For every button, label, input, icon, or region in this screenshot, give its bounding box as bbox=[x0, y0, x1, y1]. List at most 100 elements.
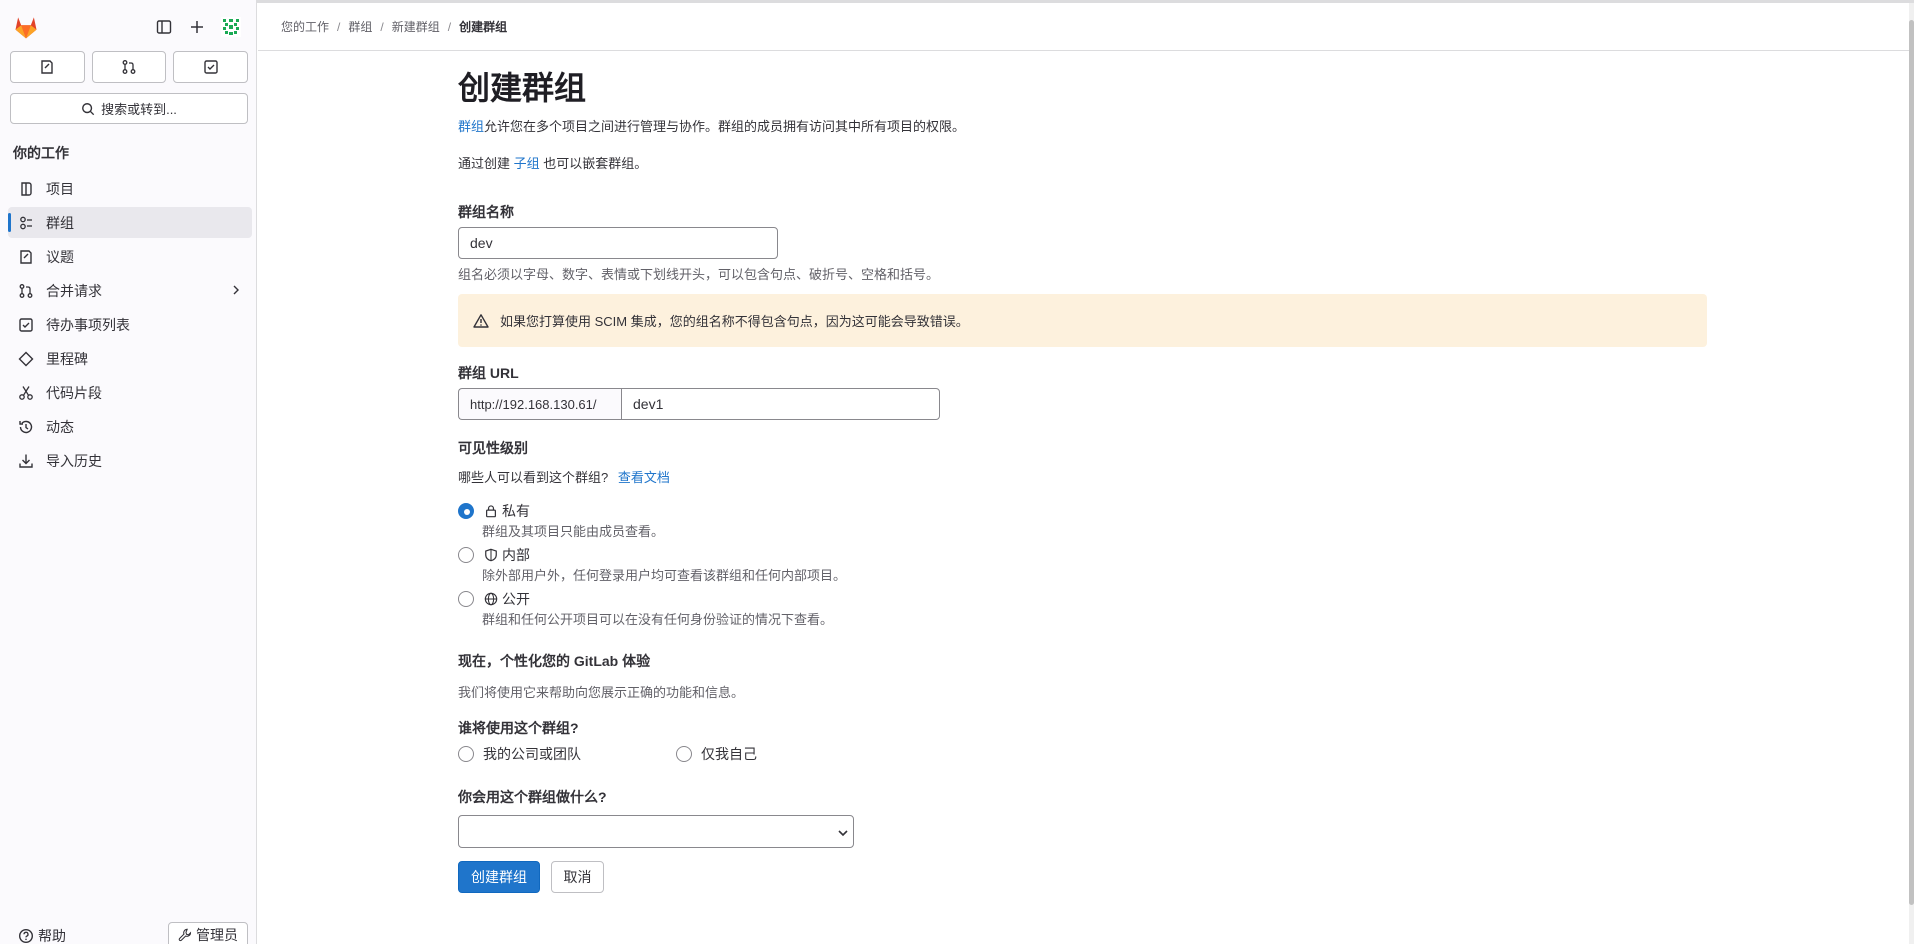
groups-docs-link[interactable]: 群组 bbox=[458, 119, 484, 134]
purpose-select[interactable] bbox=[458, 815, 854, 848]
group-url-field: http://192.168.130.61/ dev1 bbox=[458, 388, 940, 420]
todo-icon bbox=[203, 60, 218, 74]
who-radio-just-me[interactable] bbox=[676, 746, 692, 762]
visibility-question-text: 哪些人可以看到这个群组? bbox=[458, 470, 609, 485]
personalize-title: 现在，个性化您的 GitLab 体验 bbox=[458, 653, 651, 669]
create-group-button[interactable]: 创建群组 bbox=[458, 861, 540, 893]
sidebar-item-todos[interactable]: 待办事项列表 bbox=[8, 309, 252, 340]
sidebar-item-import-history[interactable]: 导入历史 bbox=[8, 445, 252, 476]
help-label: 帮助 bbox=[38, 928, 66, 944]
sidebar-item-issues[interactable]: 议题 bbox=[8, 241, 252, 272]
scissors-icon bbox=[18, 385, 34, 401]
merge-request-icon bbox=[122, 60, 136, 74]
visibility-option-public[interactable]: 公开 bbox=[458, 589, 530, 609]
personalize-help: 我们将使用它来帮助向您展示正确的功能和信息。 bbox=[458, 685, 745, 700]
help-button[interactable]: 帮助 bbox=[18, 926, 66, 944]
who-will-use-label: 谁将使用这个群组? bbox=[458, 720, 579, 736]
sidebar-item-label: 代码片段 bbox=[46, 384, 102, 401]
sidebar-toggle-icon[interactable] bbox=[150, 13, 178, 41]
sidebar-counters bbox=[10, 51, 249, 83]
who-radio-company[interactable] bbox=[458, 746, 474, 762]
breadcrumb-your-work[interactable]: 您的工作 bbox=[281, 18, 329, 35]
purpose-label: 你会用这个群组做什么? bbox=[458, 789, 607, 805]
gitlab-logo-icon[interactable] bbox=[12, 13, 40, 41]
breadcrumb-separator: / bbox=[337, 19, 341, 34]
sidebar-footer: 帮助 管理员 bbox=[0, 922, 257, 944]
search-button[interactable]: 搜索或转到... bbox=[10, 93, 248, 124]
breadcrumb-bar: 您的工作 / 群组 / 新建群组 / 创建群组 bbox=[258, 3, 1914, 51]
admin-label: 管理员 bbox=[196, 927, 238, 943]
group-url-input[interactable]: dev1 bbox=[621, 388, 940, 420]
sidebar-item-label: 里程碑 bbox=[46, 350, 88, 367]
visibility-label: 可见性级别 bbox=[458, 440, 528, 456]
sidebar-item-label: 待办事项列表 bbox=[46, 316, 130, 333]
sidebar-item-projects[interactable]: 项目 bbox=[8, 173, 252, 204]
subgroup-note: 通过创建 子组 也可以嵌套群组。 bbox=[458, 153, 647, 172]
visibility-option-internal[interactable]: 内部 bbox=[458, 545, 530, 565]
merge-requests-counter-button[interactable] bbox=[91, 51, 167, 83]
chevron-right-icon bbox=[230, 283, 242, 299]
issues-counter-button[interactable] bbox=[10, 51, 85, 83]
earth-icon bbox=[483, 591, 499, 607]
visibility-radio-public[interactable] bbox=[458, 591, 474, 607]
app-root: 搜索或转到... 你的工作 项目 群组 议题 合并请求 待办事项列表 里程碑 代… bbox=[0, 0, 1914, 944]
cancel-button[interactable]: 取消 bbox=[551, 861, 604, 893]
milestone-icon bbox=[18, 351, 34, 367]
sidebar-item-label: 导入历史 bbox=[46, 452, 102, 469]
sidebar-section-title: 你的工作 bbox=[13, 145, 69, 161]
visibility-help-internal: 除外部用户外，任何登录用户均可查看该群组和任何内部项目。 bbox=[482, 568, 847, 583]
visibility-label-internal: 内部 bbox=[502, 547, 530, 563]
subgroup-link[interactable]: 子组 bbox=[514, 156, 540, 171]
visibility-radio-private[interactable] bbox=[458, 503, 474, 519]
sidebar-item-snippets[interactable]: 代码片段 bbox=[8, 377, 252, 408]
subgroup-note-prefix: 通过创建 bbox=[458, 156, 514, 171]
group-name-input[interactable]: dev bbox=[458, 227, 778, 259]
sidebar-item-label: 项目 bbox=[46, 180, 74, 197]
breadcrumb: 您的工作 / 群组 / 新建群组 / 创建群组 bbox=[281, 18, 507, 35]
breadcrumb-separator: / bbox=[447, 19, 452, 34]
visibility-docs-link[interactable]: 查看文档 bbox=[618, 470, 670, 485]
sidebar-item-label: 群组 bbox=[46, 214, 74, 231]
breadcrumb-separator: / bbox=[380, 19, 384, 34]
breadcrumb-groups[interactable]: 群组 bbox=[348, 18, 372, 35]
subgroup-note-suffix: 也可以嵌套群组。 bbox=[539, 156, 648, 171]
visibility-help-public: 群组和任何公开项目可以在没有任何身份验证的情况下查看。 bbox=[482, 612, 834, 627]
user-avatar[interactable] bbox=[217, 13, 245, 41]
scim-warning-alert: 如果您打算使用 SCIM 集成，您的组名称不得包含句点，因为这可能会导致错误。 bbox=[458, 294, 1707, 347]
download-icon bbox=[18, 453, 34, 469]
page-title: 创建群组 bbox=[458, 70, 587, 106]
page-description: 群组允许您在多个项目之间进行管理与协作。群组的成员拥有访问其中所有项目的权限。 bbox=[458, 116, 965, 135]
visibility-label-private: 私有 bbox=[502, 503, 530, 519]
todos-counter-button[interactable] bbox=[173, 51, 249, 83]
scrollbar-thumb[interactable] bbox=[1909, 20, 1914, 905]
visibility-help-private: 群组及其项目只能由成员查看。 bbox=[482, 524, 665, 539]
who-option-just-me[interactable]: 仅我自己 bbox=[676, 744, 757, 764]
sidebar-item-label: 议题 bbox=[46, 248, 74, 265]
lock-icon bbox=[483, 503, 499, 519]
search-icon bbox=[82, 102, 95, 115]
sidebar-header bbox=[0, 10, 257, 44]
todo-icon bbox=[18, 317, 34, 333]
admin-button[interactable]: 管理员 bbox=[168, 922, 248, 944]
group-icon bbox=[18, 215, 34, 231]
warning-icon bbox=[473, 313, 489, 329]
sidebar-item-milestones[interactable]: 里程碑 bbox=[8, 343, 252, 374]
sidebar-item-label: 动态 bbox=[46, 418, 74, 435]
who-option-company[interactable]: 我的公司或团队 bbox=[458, 744, 581, 764]
breadcrumb-create-group[interactable]: 创建群组 bbox=[459, 18, 507, 35]
sidebar-item-merge-requests[interactable]: 合并请求 bbox=[8, 275, 252, 306]
who-label-company: 我的公司或团队 bbox=[483, 746, 581, 762]
plus-icon[interactable] bbox=[183, 13, 211, 41]
visibility-option-private[interactable]: 私有 bbox=[458, 501, 530, 521]
sidebar-nav: 项目 群组 议题 合并请求 待办事项列表 里程碑 代码片段 动态 导入历史 bbox=[8, 173, 252, 479]
question-icon bbox=[18, 928, 34, 944]
sidebar-item-groups[interactable]: 群组 bbox=[8, 207, 252, 238]
sidebar-item-label: 合并请求 bbox=[46, 282, 102, 299]
sidebar-item-activity[interactable]: 动态 bbox=[8, 411, 252, 442]
breadcrumb-new-group[interactable]: 新建群组 bbox=[392, 18, 440, 35]
visibility-radio-internal[interactable] bbox=[458, 547, 474, 563]
shield-icon bbox=[483, 547, 499, 563]
project-icon bbox=[18, 181, 34, 197]
search-label: 搜索或转到... bbox=[101, 102, 177, 117]
scim-warning-text: 如果您打算使用 SCIM 集成，您的组名称不得包含句点，因为这可能会导致错误。 bbox=[500, 314, 969, 329]
